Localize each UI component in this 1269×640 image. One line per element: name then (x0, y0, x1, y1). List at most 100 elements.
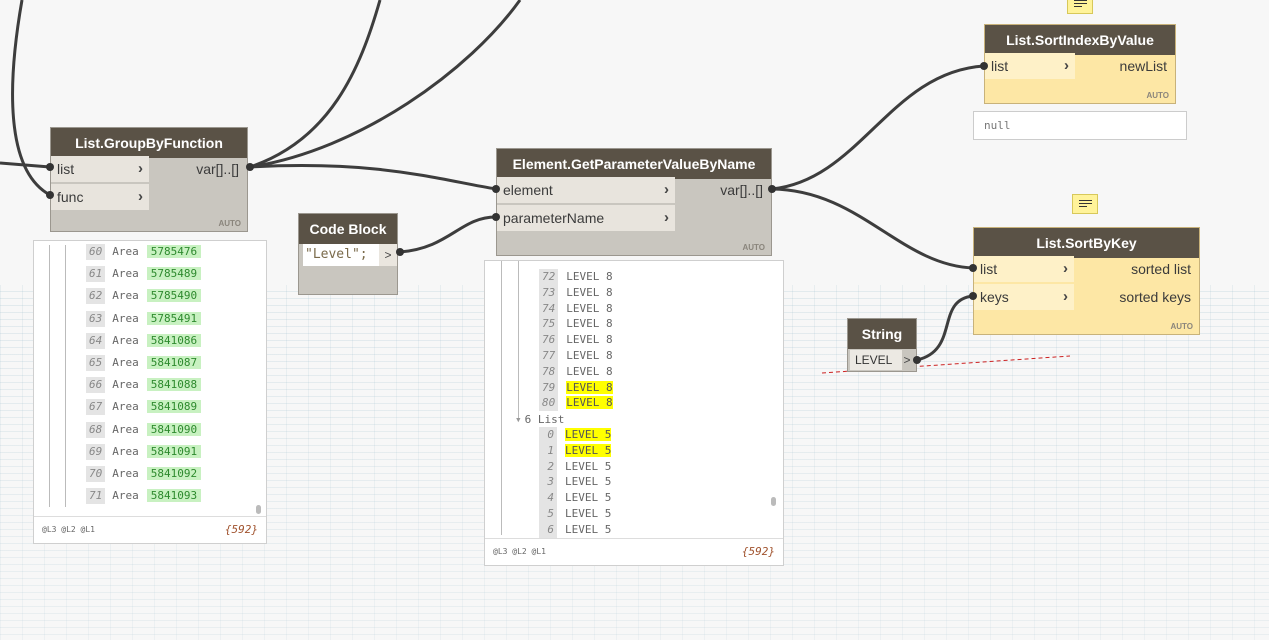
watch-footer: @L3 @L2 @L1 {592} (485, 538, 783, 565)
item-type: Area (112, 245, 139, 258)
list-item: 60 Area 5785476 (86, 244, 202, 260)
list-item: 70 Area 5841092 (86, 466, 202, 482)
item-type: Area (112, 444, 139, 458)
item-value: 5785489 (146, 267, 202, 281)
list-item: 74 LEVEL 8 (539, 300, 613, 317)
list-item: 80 LEVEL 8 (539, 395, 613, 412)
item-value: 5841089 (146, 400, 202, 414)
wire (399, 215, 497, 254)
graph-canvas[interactable]: List.GroupByFunction list › func › var[]..… (0, 0, 1269, 640)
item-index: 0 (539, 427, 557, 443)
wire (771, 64, 985, 191)
node-string[interactable]: String LEVEL > (847, 318, 917, 372)
node-element-getparametervaluebyname[interactable]: Element.GetParameterValueByName element ›… (496, 148, 772, 256)
list-item: 71 Area 5841093 (86, 488, 202, 505)
preview-bubble: null (973, 111, 1187, 140)
item-value: LEVEL 8 (566, 364, 613, 378)
list-item: 76 LEVEL 8 (539, 332, 613, 349)
scrollbar-thumb[interactable] (256, 505, 261, 514)
preview-watch-getparameter[interactable]: 72 LEVEL 8 73 LEVEL 8 74 LEVEL 8 75 LEVEL 8 76 LE… (484, 260, 784, 566)
output-port[interactable]: var[]..[] (711, 177, 771, 203)
item-index: 72 (539, 269, 559, 285)
list-item: 2 LEVEL 5 (539, 458, 612, 475)
item-index: 2 (539, 458, 557, 475)
note-icon[interactable] (1067, 0, 1093, 14)
list-item: 68 Area 5841090 (86, 421, 202, 438)
item-value: LEVEL 8 (566, 333, 613, 347)
item-type: Area (112, 489, 139, 503)
input-port-func[interactable]: func › (51, 184, 149, 210)
input-port-element[interactable]: element › (497, 177, 675, 203)
item-index: 70 (86, 466, 106, 482)
item-value: LEVEL 8 (566, 270, 613, 283)
item-type: Area (112, 333, 139, 347)
chevron-right-icon: › (664, 181, 669, 198)
output-port[interactable]: > (900, 350, 914, 370)
item-value: LEVEL 5 (565, 443, 612, 457)
lacing-label: AUTO (218, 219, 241, 228)
item-index: 5 (539, 506, 557, 522)
output-port-sorted-keys[interactable]: sorted keys (1099, 284, 1199, 310)
output-port[interactable]: > (379, 244, 397, 266)
list-item: 69 Area 5841091 (86, 443, 202, 460)
item-index: 75 (539, 316, 559, 333)
node-list-sortbykey[interactable]: List.SortByKey list › keys › sorted list s… (973, 227, 1200, 335)
list-item: 77 LEVEL 8 (539, 348, 613, 364)
item-value: 5841092 (146, 467, 202, 480)
item-index: 3 (539, 474, 557, 491)
item-type: Area (112, 267, 139, 281)
item-value: 5841093 (146, 489, 202, 503)
sublist-header[interactable]: ▾ 6 List (515, 412, 564, 428)
item-value: LEVEL 5 (565, 522, 612, 536)
note-icon[interactable] (1072, 194, 1098, 214)
item-index: 76 (539, 332, 559, 349)
item-index: 66 (86, 377, 106, 394)
item-value: LEVEL 8 (566, 380, 613, 394)
code-editor[interactable]: "Level"; (303, 244, 379, 266)
item-value: LEVEL 8 (566, 301, 613, 315)
input-port-list[interactable]: list › (985, 53, 1075, 79)
item-index: 63 (86, 310, 106, 327)
item-index: 61 (86, 266, 106, 283)
node-title: Element.GetParameterValueByName (497, 149, 771, 179)
output-port-newlist[interactable]: newList (1111, 53, 1175, 79)
chevron-right-icon: › (138, 160, 143, 177)
input-port-keys[interactable]: keys › (974, 284, 1074, 310)
item-index: 73 (539, 284, 559, 301)
list-item: 1 LEVEL 5 (539, 442, 612, 459)
input-port-parametername[interactable]: parameterName › (497, 205, 675, 231)
input-port-list[interactable]: list › (974, 256, 1074, 282)
output-port-sorted-list[interactable]: sorted list (1099, 256, 1199, 282)
item-type: Area (112, 467, 139, 480)
item-index: 60 (86, 244, 106, 260)
lacing-label: AUTO (742, 243, 765, 252)
item-value: 5841087 (146, 356, 202, 369)
expand-triangle-icon[interactable]: ▾ (515, 413, 522, 426)
input-port-list[interactable]: list › (51, 156, 149, 182)
string-input[interactable]: LEVEL (850, 350, 902, 370)
item-value: LEVEL 8 (566, 349, 613, 362)
node-code-block[interactable]: Code Block "Level"; > (298, 213, 398, 295)
list-item: 73 LEVEL 8 (539, 284, 613, 301)
item-value: LEVEL 5 (565, 459, 612, 473)
scrollbar-thumb[interactable] (771, 497, 776, 506)
list-levels: @L3 @L2 @L1 (42, 525, 95, 534)
wire (771, 187, 974, 270)
chevron-right-icon: › (138, 188, 143, 205)
output-port[interactable]: var[]..[] (187, 156, 247, 182)
chevron-right-icon: › (1064, 57, 1069, 74)
wire (249, 0, 382, 169)
lacing-label: AUTO (1170, 322, 1193, 331)
preview-watch-groupbyfunction[interactable]: 60 Area 5785476 61 Area 5785489 62 Area 5785490 6… (33, 240, 267, 544)
list-item: 3 LEVEL 5 (539, 474, 611, 491)
list-item: 66 Area 5841088 (86, 377, 202, 394)
item-value: 5785491 (146, 311, 202, 325)
item-value: 5841091 (146, 444, 202, 458)
item-type: Area (112, 378, 139, 392)
node-list-sortindexbyvalue[interactable]: List.SortIndexByValue list › newList AUTO (984, 24, 1176, 104)
item-index: 62 (86, 288, 106, 305)
list-item: 63 Area 5785491 (86, 310, 202, 327)
item-count: {592} (224, 523, 258, 536)
node-list-groupbyfunction[interactable]: List.GroupByFunction list › func › var[]..… (50, 127, 248, 232)
list-levels: @L3 @L2 @L1 (493, 547, 546, 556)
